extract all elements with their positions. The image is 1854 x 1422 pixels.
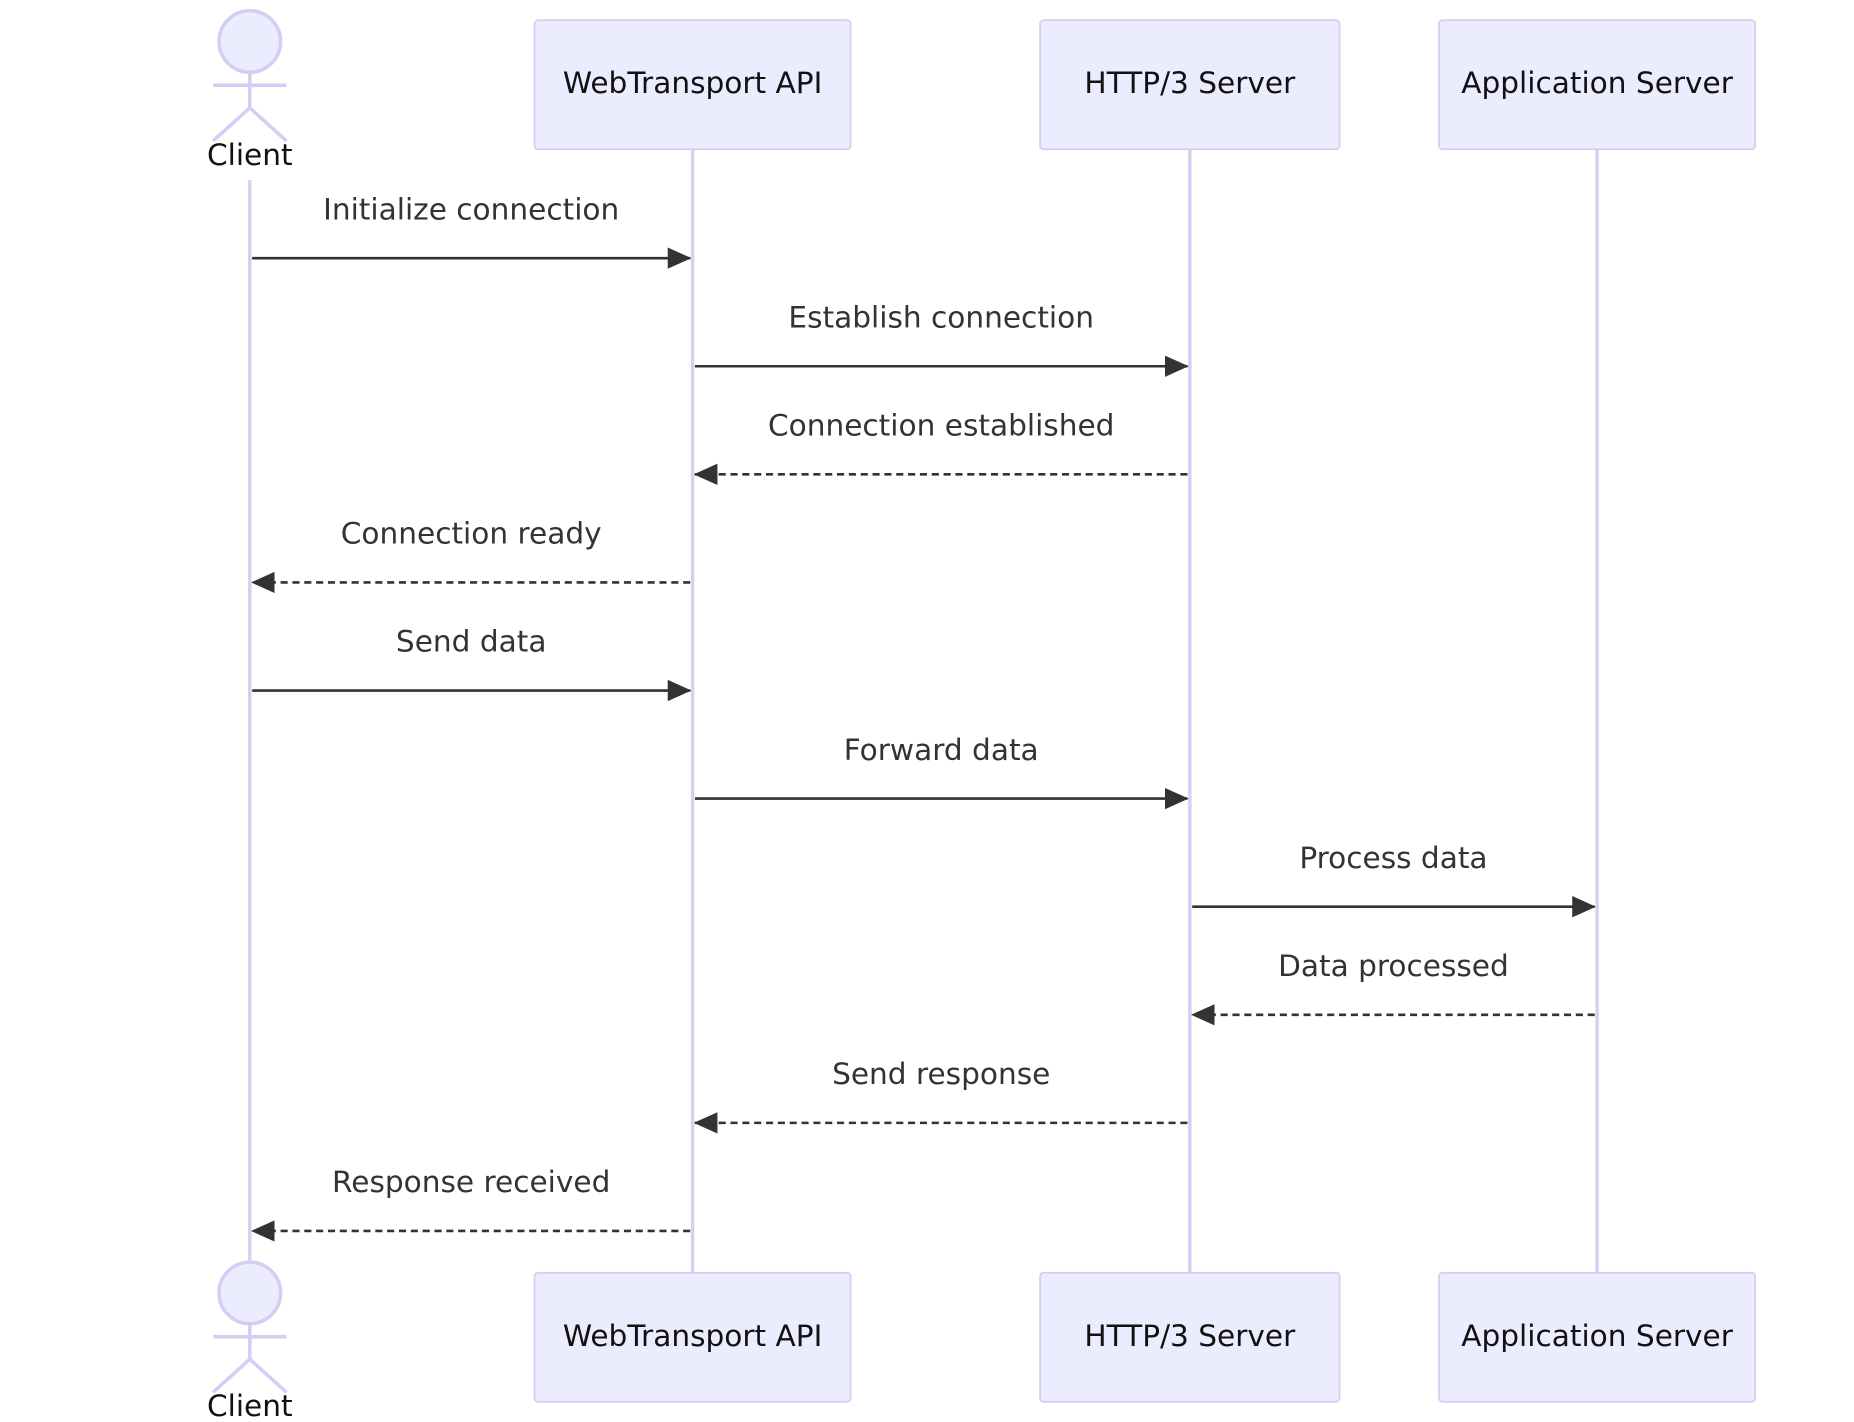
actor-label: Client — [207, 138, 293, 172]
message-3: Connection established — [693, 408, 1188, 485]
participant-label: Application Server — [1461, 66, 1734, 100]
participant-label: WebTransport API — [563, 66, 822, 100]
message-1: Initialize connection — [252, 192, 692, 269]
message-9: Send response — [693, 1057, 1188, 1134]
message-label: Connection established — [768, 408, 1114, 442]
actor-client-bottom: Client — [207, 1260, 293, 1422]
message-2: Establish connection — [694, 300, 1189, 377]
participant-webtransport-bottom: WebTransport API — [533, 1271, 852, 1403]
participant-http3-bottom: HTTP/3 Server — [1039, 1271, 1341, 1403]
participant-label: WebTransport API — [563, 1319, 822, 1353]
message-label: Establish connection — [788, 300, 1094, 334]
actor-stick-figure-icon — [211, 1260, 288, 1394]
message-label: Send response — [832, 1057, 1050, 1091]
message-7: Process data — [1192, 841, 1596, 918]
message-label: Response received — [332, 1165, 610, 1199]
actor-client-top: Client — [207, 8, 293, 172]
message-6: Forward data — [694, 733, 1189, 810]
message-label: Data processed — [1278, 949, 1509, 983]
message-label: Send data — [396, 625, 547, 659]
participant-app-bottom: Application Server — [1438, 1271, 1757, 1403]
message-10: Response received — [250, 1165, 691, 1242]
actor-stick-figure-icon — [211, 8, 288, 143]
participant-webtransport-top: WebTransport API — [533, 19, 852, 151]
participant-label: Application Server — [1461, 1319, 1734, 1353]
message-label: Process data — [1299, 841, 1487, 875]
message-8: Data processed — [1191, 949, 1595, 1026]
message-label: Forward data — [844, 733, 1039, 767]
participant-app-top: Application Server — [1438, 19, 1757, 151]
message-label: Connection ready — [341, 517, 602, 551]
actor-label: Client — [207, 1389, 293, 1422]
message-5: Send data — [252, 625, 692, 702]
participant-label: HTTP/3 Server — [1084, 66, 1296, 100]
message-4: Connection ready — [250, 517, 691, 594]
sequence-diagram: Client Client WebTransport API WebTransport… — [207, 8, 1757, 1422]
participant-http3-top: HTTP/3 Server — [1039, 19, 1341, 151]
message-label: Initialize connection — [323, 192, 619, 226]
participant-label: HTTP/3 Server — [1084, 1319, 1296, 1353]
